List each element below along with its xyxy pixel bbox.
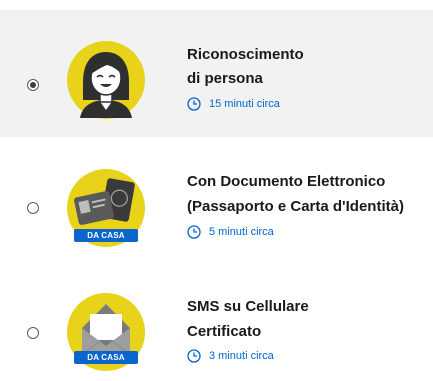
clock-icon: [187, 97, 201, 111]
duration-label: 15 minuti circa: [209, 98, 280, 110]
duration: 15 minuti circa: [187, 96, 280, 112]
clock-icon: [187, 349, 201, 363]
option-electronic-document[interactable]: DA CASA Con Documento Elettronico (Passa…: [0, 152, 433, 267]
radio-in-person[interactable]: [27, 79, 39, 91]
option-title-line1: Riconoscimento: [187, 46, 304, 63]
duration: 5 minuti circa: [187, 224, 274, 240]
clock-icon: [187, 225, 201, 239]
da-casa-badge: DA CASA: [87, 353, 125, 362]
option-sms[interactable]: DA CASA SMS su Cellulare Certificato 3 m…: [0, 280, 433, 381]
radio-sms[interactable]: [27, 327, 39, 339]
option-in-person[interactable]: Riconoscimento di persona 15 minuti circ…: [0, 10, 433, 137]
duration: 3 minuti circa: [187, 348, 274, 364]
option-title-line2: (Passaporto e Carta d'Identità): [187, 198, 404, 215]
da-casa-badge: DA CASA: [87, 231, 125, 240]
option-title-line2: di persona: [187, 70, 263, 87]
document-illustration: DA CASA: [66, 168, 146, 248]
radio-electronic-document[interactable]: [27, 202, 39, 214]
sms-illustration: DA CASA: [66, 292, 146, 372]
option-title-line1: Con Documento Elettronico: [187, 173, 386, 190]
option-title-line2: Certificato: [187, 323, 262, 340]
option-title-line1: SMS su Cellulare: [187, 298, 309, 315]
duration-label: 5 minuti circa: [209, 226, 274, 238]
duration-label: 3 minuti circa: [209, 350, 274, 362]
person-icon: [67, 41, 145, 119]
